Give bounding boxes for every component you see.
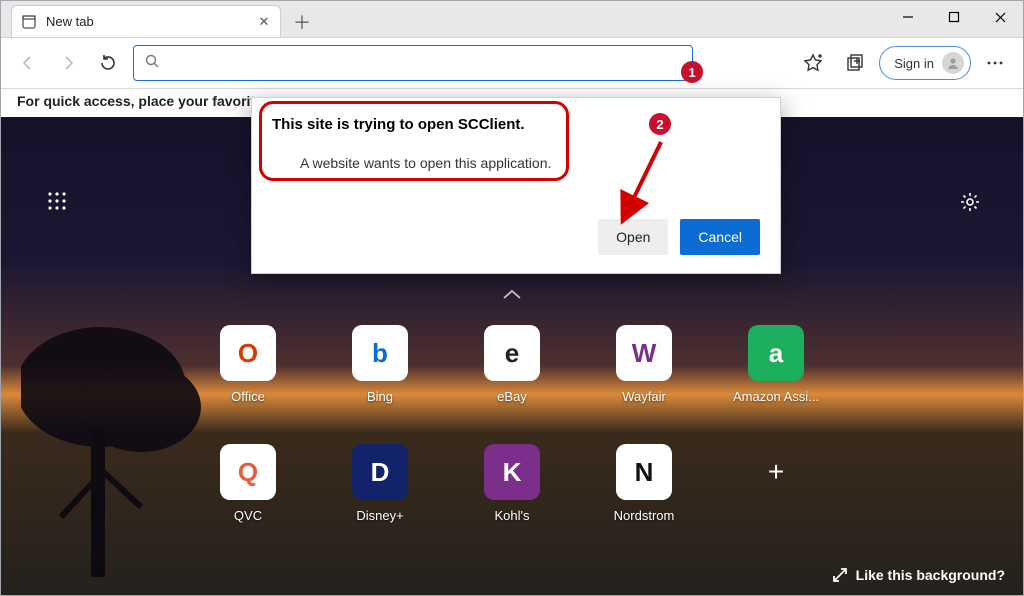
address-input[interactable] — [170, 55, 682, 71]
tile-icon: Q — [220, 444, 276, 500]
tile-icon: a — [748, 325, 804, 381]
refresh-button[interactable] — [91, 46, 125, 80]
chevron-up-icon[interactable] — [501, 287, 523, 306]
dialog-subtitle: A website wants to open this application… — [300, 155, 760, 171]
search-icon — [144, 53, 160, 74]
ntp-tile[interactable]: aAmazon Assi... — [746, 325, 806, 404]
tile-label: Kohl's — [494, 508, 529, 523]
tile-label: Nordstrom — [614, 508, 675, 523]
like-background-button[interactable]: Like this background? — [832, 567, 1005, 583]
ntp-tile[interactable]: O Office — [218, 325, 278, 404]
protocol-dialog: This site is trying to open SCClient. A … — [251, 97, 781, 274]
tab-close-icon[interactable]: ✕ — [256, 14, 272, 30]
tile-label: eBay — [497, 389, 527, 404]
gear-icon[interactable] — [959, 191, 981, 218]
tab-favicon — [22, 14, 38, 30]
browser-tab[interactable]: New tab ✕ — [11, 5, 281, 37]
expand-icon — [832, 567, 848, 583]
avatar-icon — [942, 52, 964, 74]
ntp-tiles: OOfficebBingeeBayWWayfairaAmazon Assi...… — [1, 325, 1023, 523]
open-button[interactable]: Open — [598, 219, 668, 255]
forward-button[interactable] — [51, 46, 85, 80]
tile-label: QVC — [234, 508, 262, 523]
plus-icon: + — [748, 444, 804, 500]
favorites-button[interactable] — [795, 45, 831, 81]
toolbar: Sign in — [1, 37, 1023, 89]
add-tile-button[interactable]: + — [746, 444, 806, 523]
tile-label: Office — [231, 389, 265, 404]
new-tab-button[interactable]: ＋ — [287, 7, 317, 37]
tile-icon: e — [484, 325, 540, 381]
minimize-button[interactable] — [885, 1, 931, 33]
close-window-button[interactable] — [977, 1, 1023, 33]
window-controls — [885, 1, 1023, 33]
ntp-tile[interactable]: e eBay — [482, 325, 542, 404]
tile-label: Amazon Assi... — [733, 389, 819, 404]
browser-window: New tab ✕ ＋ Sign in For quick access, pl… — [0, 0, 1024, 596]
apps-icon[interactable] — [47, 191, 67, 216]
cancel-button[interactable]: Cancel — [680, 219, 760, 255]
tile-label: Wayfair — [622, 389, 666, 404]
tile-icon: D — [352, 444, 408, 500]
tile-icon: K — [484, 444, 540, 500]
dialog-title: This site is trying to open SCClient. — [272, 116, 760, 133]
titlebar: New tab ✕ ＋ — [1, 1, 1023, 37]
tile-icon: N — [616, 444, 672, 500]
signin-label: Sign in — [894, 56, 934, 71]
tile-icon: b — [352, 325, 408, 381]
tile-label: Bing — [367, 389, 393, 404]
ntp-tile[interactable]: b Bing — [350, 325, 410, 404]
ntp-tile[interactable]: Q QVC — [218, 444, 278, 523]
ntp-tile[interactable]: K Kohl's — [482, 444, 542, 523]
signin-button[interactable]: Sign in — [879, 46, 971, 80]
ntp-tile[interactable]: D Disney+ — [350, 444, 410, 523]
back-button[interactable] — [11, 46, 45, 80]
tab-title: New tab — [46, 14, 248, 29]
tile-icon: W — [616, 325, 672, 381]
tile-icon: O — [220, 325, 276, 381]
more-button[interactable] — [977, 45, 1013, 81]
address-bar[interactable] — [133, 45, 693, 81]
ntp-tile[interactable]: N Nordstrom — [614, 444, 674, 523]
tile-label: Disney+ — [356, 508, 403, 523]
maximize-button[interactable] — [931, 1, 977, 33]
ntp-tile[interactable]: W Wayfair — [614, 325, 674, 404]
like-background-label: Like this background? — [856, 567, 1005, 583]
collections-button[interactable] — [837, 45, 873, 81]
